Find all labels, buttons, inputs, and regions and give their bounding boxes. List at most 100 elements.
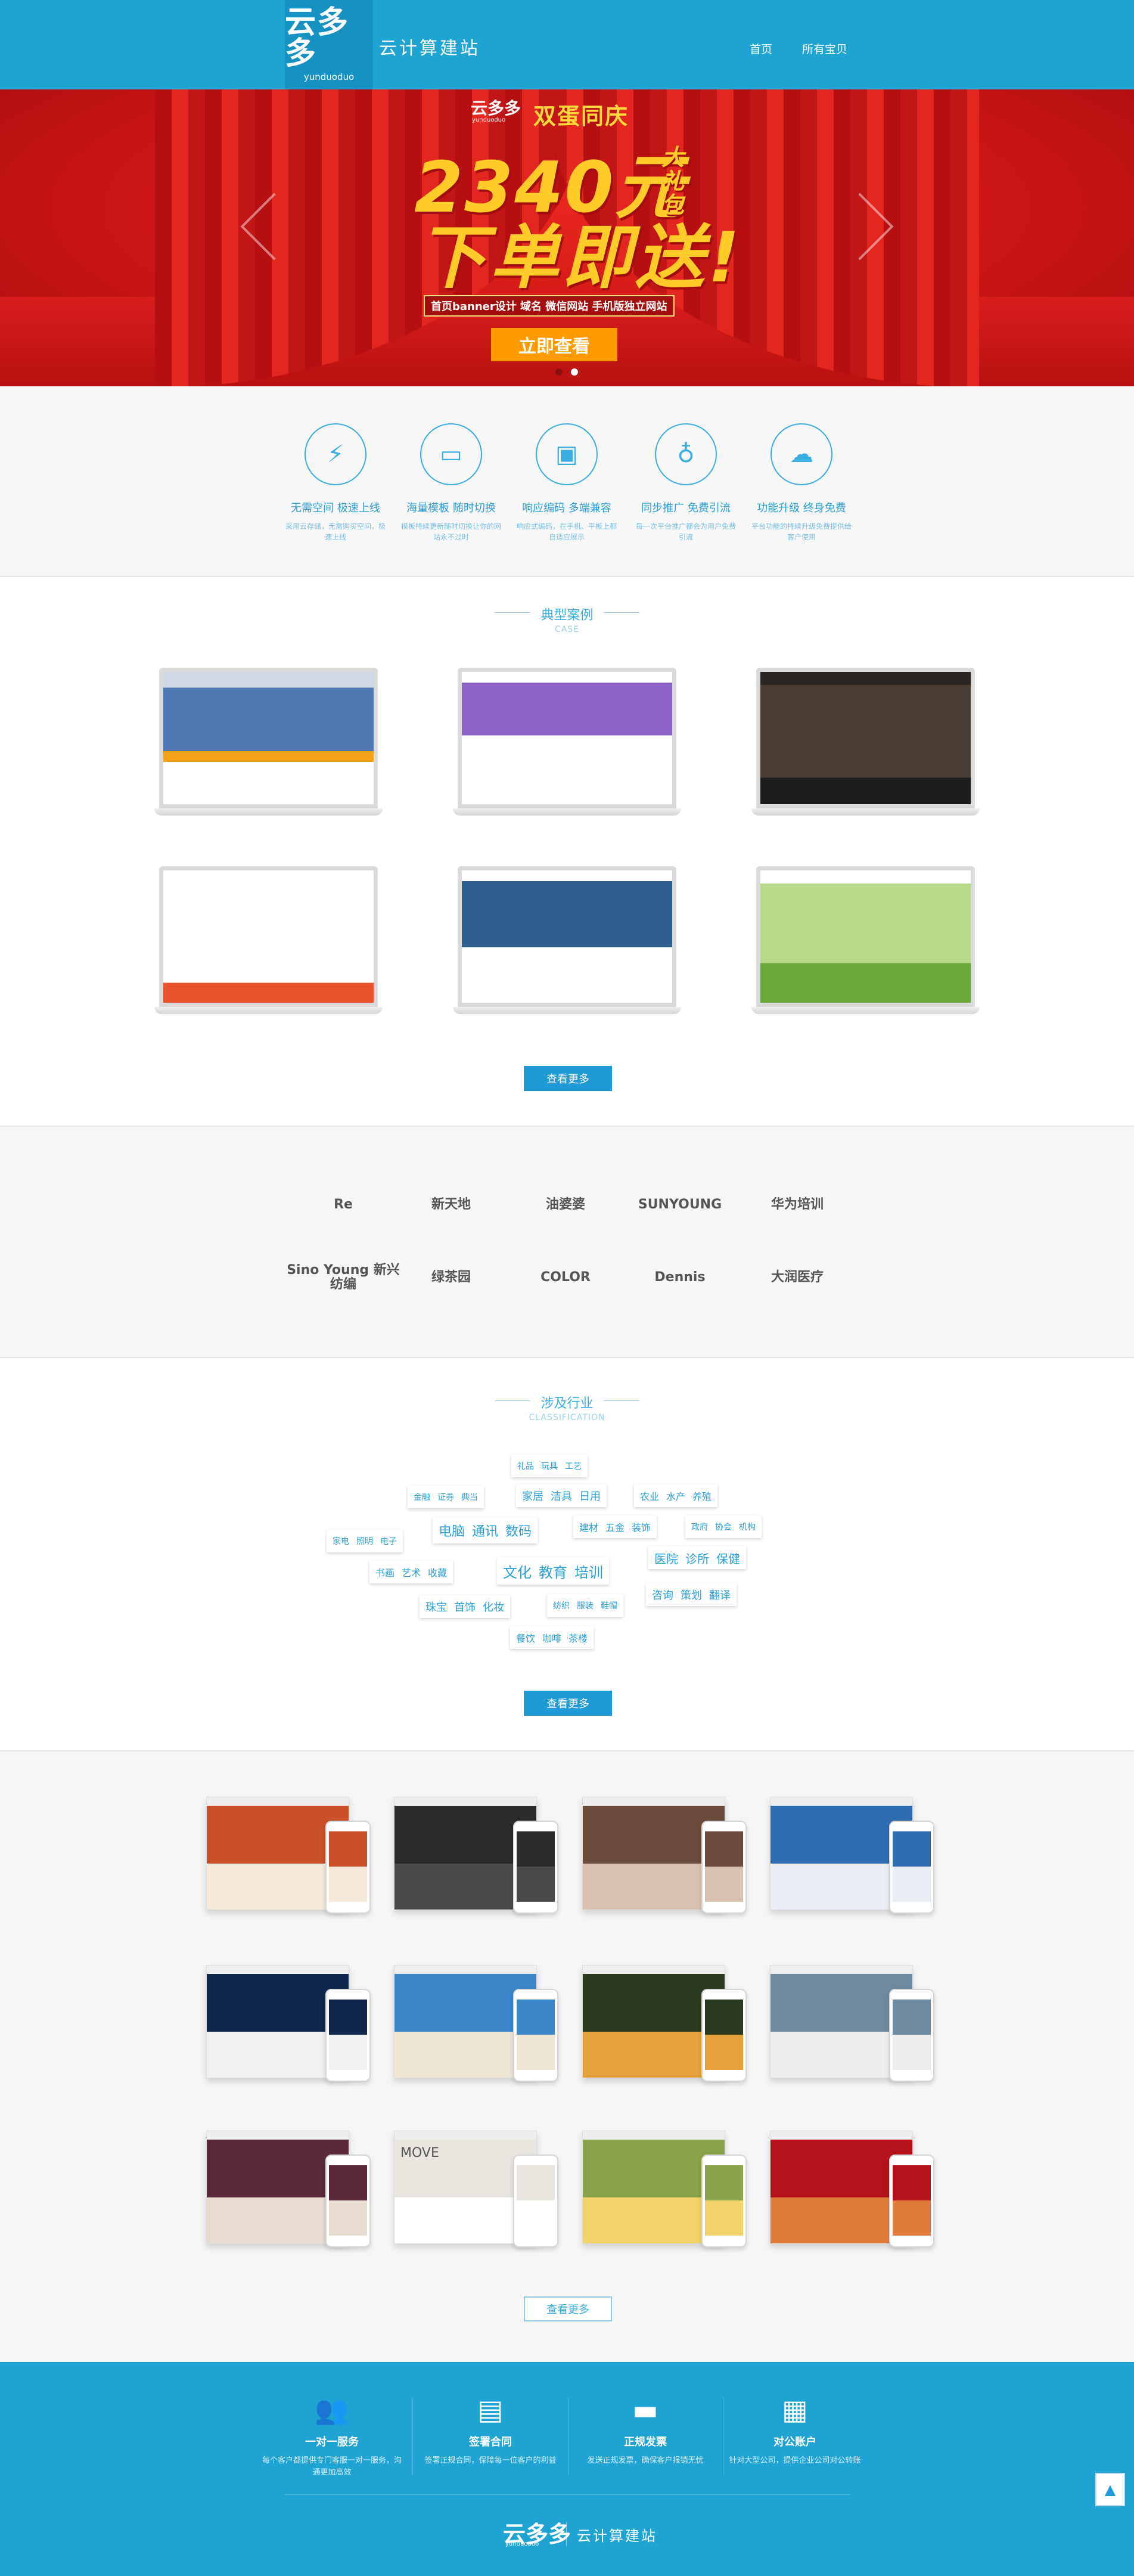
service-desc: 发送正规发票，确保客户报销无忧 [587,2456,704,2465]
template-phone-view [325,2155,371,2248]
template-icon: ▭ [420,423,482,485]
banner-dot[interactable] [555,368,563,376]
template-mockup[interactable] [394,1965,561,2090]
industry-tag[interactable]: 农业 水产 养殖 [634,1484,718,1507]
partner-logo[interactable]: Sino Young 新兴纺编 [285,1242,402,1313]
partner-logo[interactable]: 绿茶园 [393,1242,509,1313]
template-mockup[interactable] [582,2131,749,2256]
industry-tag[interactable]: 餐饮 咖啡 茶楼 [510,1626,594,1649]
case-laptop[interactable] [154,668,383,818]
industry-tag[interactable]: 建材 五金 装饰 [573,1515,657,1538]
feature-title: 响应编码 多端兼容 [522,502,611,514]
template-mockup[interactable] [770,2131,937,2256]
template-mockup[interactable] [770,1965,937,2090]
heading-line-left [495,612,530,613]
service-desc: 针对大型公司，提供企业公司对公转账 [729,2456,861,2465]
site-footer: 👥 一对一服务 每个客户都提供专门客服一对一服务，沟通更加高效 ▤ 签署合同 签… [0,2362,1134,2576]
footer-divider [285,2494,850,2495]
heading-line-right [604,612,639,613]
heading-line-right [604,1400,639,1401]
industry-tag[interactable]: 书画 艺术 收藏 [369,1561,453,1583]
partner-logo[interactable]: 新天地 [393,1170,509,1240]
industry-tag[interactable]: 医院 诊所 保健 [648,1546,746,1569]
partner-logo[interactable]: 大润医疗 [739,1242,856,1313]
industry-tag[interactable]: 纺织 服装 鞋帽 [547,1594,623,1617]
browser-bar [583,1797,725,1806]
partner-logo[interactable]: COLOR [507,1242,624,1313]
promo-banner: 云多多 yunduoduo 双蛋同庆 2340元 大礼包 下单即送! 首页ban… [0,89,1134,386]
nav-home[interactable]: 首页 [750,41,772,57]
cases-more-button[interactable]: 查看更多 [524,1066,612,1091]
partner-logo[interactable]: 华为培训 [739,1170,856,1240]
feature-title: 海量模板 随时切换 [406,502,496,514]
banner-logo-subtitle: yunduoduo [472,117,506,123]
industry-tag[interactable]: 文化 教育 培训 [497,1557,609,1585]
template-phone-view [701,1989,747,2082]
site-header: 云多多 yunduoduo 云计算建站 首页 所有宝贝 [0,0,1134,89]
feature-item: ♁ 同步推广 免费引流 每一次平台推广都会为用户免费引流 [635,423,737,543]
banner-view-button[interactable]: 立即查看 [491,328,617,361]
templates-more-button[interactable]: 查看更多 [524,2296,612,2321]
template-mockup[interactable] [770,1797,937,1922]
case-laptop[interactable] [453,866,681,1016]
industry-title: 涉及行业 [540,1396,594,1411]
industry-subtitle: CLASSIFICATION [529,1413,605,1422]
template-phone-screen [705,1831,743,1902]
footer-slogan: 云计算建站 [577,2528,657,2544]
partner-logo[interactable]: SUNYOUNG [622,1170,738,1240]
service-item: ▬ 正规发票 发送正规发票，确保客户报销无忧 [574,2392,717,2467]
case-laptop[interactable] [751,866,980,1016]
industry-tag[interactable]: 珠宝 首饰 化妆 [420,1595,510,1618]
cases-section: 典型案例 CASE 查看更多 [0,577,1134,1127]
banner-dot-active[interactable] [571,368,578,376]
feature-title: 无需空间 极速上线 [291,502,380,514]
logo-subtitle: yunduoduo [303,72,355,82]
service-item: 👥 一对一服务 每个客户都提供专门客服一对一服务，沟通更加高效 [260,2392,403,2479]
case-laptop[interactable] [751,668,980,818]
template-mockup[interactable] [582,1797,749,1922]
partner-logo[interactable]: Dennis [622,1242,738,1313]
template-mockup[interactable] [206,1965,373,2090]
browser-bar [207,1797,349,1806]
cloud-upgrade-icon: ☁ [771,423,832,485]
template-phone-screen [517,2165,555,2236]
industry-more-button[interactable]: 查看更多 [524,1691,612,1716]
industry-tag[interactable]: 电脑 通讯 数码 [433,1517,538,1543]
back-to-top-icon[interactable]: ▲ [1095,2473,1125,2506]
banner-tag: 双蛋同庆 [533,103,629,129]
browser-bar [394,1966,536,1974]
browser-bar [394,1797,536,1806]
case-laptop[interactable] [453,668,681,818]
industry-tag[interactable]: 家居 洁具 日用 [516,1484,607,1507]
cases-title: 典型案例 [540,608,594,623]
case-laptop[interactable] [154,866,383,1016]
browser-bar [771,2131,912,2140]
template-mockup[interactable] [206,2131,373,2256]
template-mockup[interactable] [206,1797,373,1922]
promote-icon: ♁ [655,423,717,485]
industry-section: 涉及行业 CLASSIFICATION 礼品 玩具 工艺 金融 证券 典当 家居 洁具 日用… [0,1358,1134,1752]
template-mockup[interactable] [582,1965,749,2090]
laptop-base [154,808,383,816]
industry-tag[interactable]: 礼品 玩具 工艺 [511,1455,588,1477]
service-title: 对公账户 [773,2436,816,2448]
nav-all-products[interactable]: 所有宝贝 [802,41,847,57]
partner-logo[interactable]: Re [285,1170,402,1240]
template-phone-screen [705,2000,743,2070]
case-shot-2 [462,672,672,804]
template-phone-view [513,1989,558,2082]
banner-dots [555,368,578,376]
cases-subtitle: CASE [554,625,580,634]
partner-logo[interactable]: 油婆婆 [507,1170,624,1240]
industry-tag[interactable]: 金融 证券 典当 [408,1486,484,1508]
laptop-base [453,808,681,816]
industry-tag[interactable]: 家电 照明 电子 [327,1530,403,1552]
template-phone-screen [893,1831,931,1902]
site-logo[interactable]: 云多多 yunduoduo [285,0,373,89]
template-mockup[interactable]: MOVE [394,2131,561,2256]
service-title: 一对一服务 [305,2436,359,2448]
template-mockup[interactable] [394,1797,561,1922]
industry-tag[interactable]: 咨询 策划 翻译 [646,1583,737,1606]
contract-icon: ▤ [477,2394,504,2426]
industry-tag[interactable]: 政府 协会 机构 [685,1515,762,1538]
